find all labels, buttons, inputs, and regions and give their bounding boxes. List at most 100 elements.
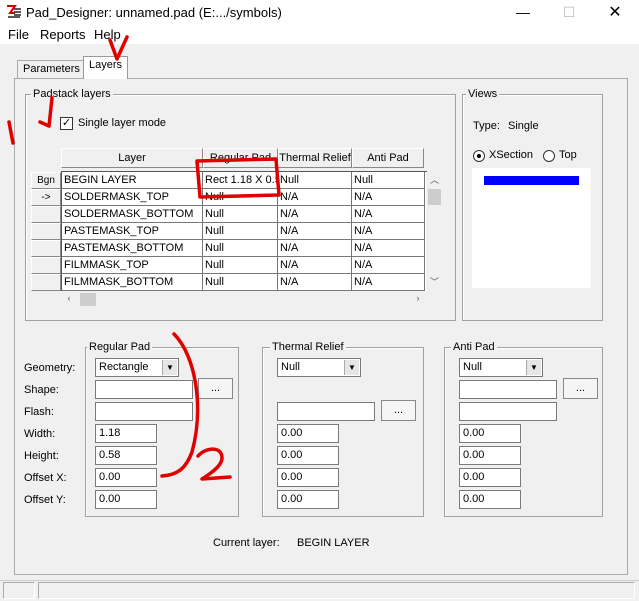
scroll-thumb-horizontal[interactable] [80,293,96,306]
anti-pad-offset-y-field[interactable]: 0.00 [459,490,521,509]
column-header-thermal-relief[interactable]: Thermal Relief [278,148,352,168]
column-header-anti-pad[interactable]: Anti Pad [352,148,424,168]
current-layer-value: BEGIN LAYER [297,537,370,549]
table-cell-anti-pad[interactable]: N/A [352,240,425,257]
tab-parameters[interactable]: Parameters [17,60,86,78]
chevron-down-icon[interactable]: ▼ [344,360,359,375]
table-cell-thermal-relief[interactable]: N/A [278,240,352,257]
scroll-down-icon[interactable]: ﹀ [426,275,443,289]
thermal-relief-legend: Thermal Relief [270,341,346,353]
table-cell-thermal-relief[interactable]: N/A [278,274,352,291]
table-cell-anti-pad[interactable]: N/A [352,223,425,240]
chevron-down-icon[interactable]: ▼ [162,360,177,375]
row-header[interactable] [31,240,61,257]
table-cell-regular-pad[interactable]: Null [203,223,278,240]
table-cell-layer[interactable]: FILMMASK_TOP [62,257,203,274]
anti-pad-offset-x-field[interactable]: 0.00 [459,468,521,487]
anti-pad-shape-browse-button[interactable]: ... [563,378,598,399]
thermal-relief-height-field[interactable]: 0.00 [277,446,339,465]
row-header[interactable] [31,223,61,240]
table-cell-layer[interactable]: PASTEMASK_BOTTOM [62,240,203,257]
anti-pad-width-field[interactable]: 0.00 [459,424,521,443]
column-header-regular-pad[interactable]: Regular Pad [203,148,278,168]
view-type-label: Type: [473,120,500,132]
regular-pad-height-field[interactable]: 0.58 [95,446,157,465]
table-cell-regular-pad[interactable]: Null [203,274,278,291]
shape-label: Shape: [24,384,59,396]
table-cell-thermal-relief[interactable]: N/A [278,206,352,223]
table-cell-thermal-relief[interactable]: N/A [278,223,352,240]
row-header[interactable] [31,274,61,291]
thermal-relief-offset-y-field[interactable]: 0.00 [277,490,339,509]
regular-pad-geometry-value: Rectangle [99,361,149,373]
table-cell-regular-pad[interactable]: Rect 1.18 X 0.58 [203,172,278,189]
thermal-relief-geometry-select[interactable]: Null ▼ [277,358,361,377]
table-cell-layer[interactable]: FILMMASK_BOTTOM [62,274,203,291]
maximize-button[interactable]: ☐ [546,0,592,24]
regular-pad-offset-y-field[interactable]: 0.00 [95,490,157,509]
single-layer-mode-checkbox[interactable]: ✓ [60,117,73,130]
padstack-layers-legend: Padstack layers [31,88,113,100]
table-cell-layer[interactable]: SOLDERMASK_TOP [62,189,203,206]
table-cell-anti-pad[interactable]: N/A [352,189,425,206]
status-pane-left [3,582,35,599]
scroll-left-icon[interactable]: ‹ [63,293,75,307]
table-cell-anti-pad[interactable]: Null [352,172,425,189]
regular-pad-flash-field[interactable] [95,402,193,421]
views-legend: Views [466,88,500,100]
table-cell-regular-pad[interactable]: Null [203,206,278,223]
top-radio[interactable] [543,150,555,162]
table-cell-layer[interactable]: SOLDERMASK_BOTTOM [62,206,203,223]
single-layer-mode-label: Single layer mode [78,117,167,129]
menu-file[interactable]: File [8,27,29,42]
status-pane-main [38,582,635,599]
thermal-relief-width-field[interactable]: 0.00 [277,424,339,443]
row-header[interactable]: -> [31,189,61,206]
menu-reports[interactable]: Reports [40,27,86,42]
thermal-relief-offset-x-field[interactable]: 0.00 [277,468,339,487]
table-cell-thermal-relief[interactable]: Null [278,172,352,189]
thermal-relief-flash-browse-button[interactable]: ... [381,400,416,421]
top-label: Top [559,149,577,161]
scroll-thumb[interactable] [428,189,441,205]
window-title: Pad_Designer: unnamed.pad (E:.../symbols… [26,5,282,20]
view-preview [472,168,591,288]
table-cell-anti-pad[interactable]: N/A [352,206,425,223]
scroll-up-icon[interactable]: ︿ [426,173,443,187]
anti-pad-geometry-select[interactable]: Null ▼ [459,358,543,377]
table-cell-regular-pad[interactable]: Null [203,240,278,257]
scroll-right-icon[interactable]: › [412,293,424,307]
table-cell-anti-pad[interactable]: N/A [352,257,425,274]
tab-layers[interactable]: Layers [83,56,129,79]
table-cell-layer[interactable]: BEGIN LAYER [62,172,203,189]
close-button[interactable]: ✕ [592,0,638,24]
annotation-stroke [7,120,15,145]
table-cell-thermal-relief[interactable]: N/A [278,257,352,274]
row-header[interactable] [31,206,61,223]
table-cell-thermal-relief[interactable]: N/A [278,189,352,206]
grid-horizontal-scrollbar[interactable] [61,291,427,308]
regular-pad-width-field[interactable]: 1.18 [95,424,157,443]
menu-help[interactable]: Help [94,27,121,42]
flash-label: Flash: [24,406,54,418]
table-cell-regular-pad[interactable]: Null [203,189,278,206]
table-cell-layer[interactable]: PASTEMASK_TOP [62,223,203,240]
anti-pad-height-field[interactable]: 0.00 [459,446,521,465]
regular-pad-geometry-select[interactable]: Rectangle ▼ [95,358,179,377]
regular-pad-legend: Regular Pad [87,341,153,353]
anti-pad-legend: Anti Pad [451,341,497,353]
chevron-down-icon[interactable]: ▼ [526,360,541,375]
xsection-radio[interactable] [473,150,485,162]
table-cell-anti-pad[interactable]: N/A [352,274,425,291]
regular-pad-shape-field[interactable] [95,380,193,399]
table-cell-regular-pad[interactable]: Null [203,257,278,274]
anti-pad-shape-field[interactable] [459,380,557,399]
minimize-button[interactable]: — [500,0,546,24]
regular-pad-shape-browse-button[interactable]: ... [198,378,233,399]
regular-pad-offset-x-field[interactable]: 0.00 [95,468,157,487]
row-header[interactable] [31,257,61,274]
anti-pad-flash-field[interactable] [459,402,557,421]
thermal-relief-flash-field[interactable] [277,402,375,421]
column-header-layer[interactable]: Layer [61,148,203,168]
row-header[interactable]: Bgn [31,172,61,189]
